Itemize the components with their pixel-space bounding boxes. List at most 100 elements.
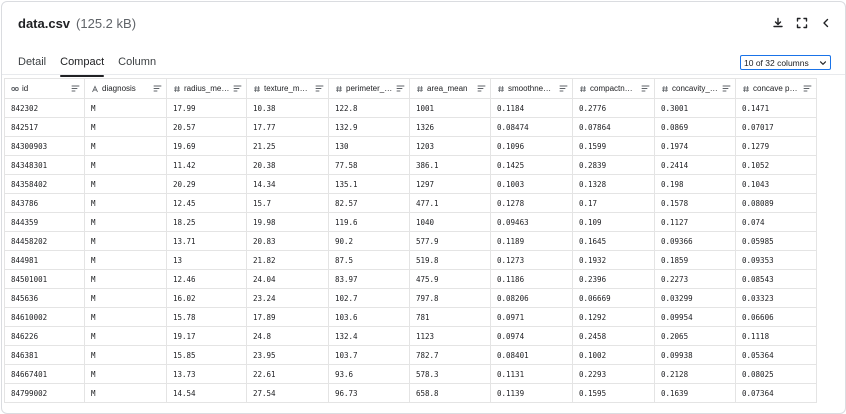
table-cell: 0.08025 xyxy=(735,364,817,384)
table-cell: 0.08401 xyxy=(490,345,573,365)
column-count-select[interactable]: 10 of 32 columns xyxy=(740,55,831,70)
table-cell: 658.8 xyxy=(409,383,491,403)
table-cell: 475.9 xyxy=(409,269,491,289)
column-menu-icon[interactable] xyxy=(153,84,162,93)
table-row: 844359 M 18.25 19.98 119.6 1040 0.09463 0.109 0.… xyxy=(4,212,817,232)
column-menu-icon[interactable] xyxy=(396,84,405,93)
table-cell: 0.1578 xyxy=(654,193,736,213)
chevron-left-icon[interactable] xyxy=(819,16,833,30)
table-cell: 0.1595 xyxy=(572,383,655,403)
table-cell: 0.09954 xyxy=(654,307,736,327)
column-header[interactable]: perimeter_… xyxy=(328,78,410,99)
table-cell: 135.1 xyxy=(328,174,410,194)
table-cell: 0.2839 xyxy=(572,155,655,175)
column-menu-icon[interactable] xyxy=(722,84,731,93)
column-header[interactable]: diagnosis xyxy=(84,78,167,99)
chevron-down-icon xyxy=(818,58,828,68)
column-menu-icon[interactable] xyxy=(641,84,650,93)
tab-detail[interactable]: Detail xyxy=(18,52,46,76)
table-cell: 386.1 xyxy=(409,155,491,175)
table-row: 84300903 M 19.69 21.25 130 1203 0.1096 0.1599 0.… xyxy=(4,136,817,156)
column-header[interactable]: concavity_… xyxy=(654,78,736,99)
table-cell: M xyxy=(84,288,167,308)
column-header-label: area_mean xyxy=(427,84,468,93)
table-cell: 11.42 xyxy=(166,155,247,175)
table-cell: 0.1002 xyxy=(572,345,655,365)
column-header[interactable]: smoothne… xyxy=(490,78,573,99)
table-cell: M xyxy=(84,250,167,270)
column-menu-icon[interactable] xyxy=(71,84,80,93)
table-row: 846381 M 15.85 23.95 103.7 782.7 0.08401 0.1002… xyxy=(4,345,817,365)
table-cell: M xyxy=(84,212,167,232)
table-cell: M xyxy=(84,174,167,194)
column-menu-icon[interactable] xyxy=(315,84,324,93)
table-cell: 0.2273 xyxy=(654,269,736,289)
table-cell: 84458202 xyxy=(4,231,85,251)
column-header-label: smoothne… xyxy=(508,84,552,93)
table-cell: 84348301 xyxy=(4,155,85,175)
key-icon xyxy=(11,85,19,93)
table-row: 844981 M 13 21.82 87.5 519.8 0.1273 0.1932 0.185… xyxy=(4,250,817,270)
table-cell: 103.7 xyxy=(328,345,410,365)
column-menu-icon[interactable] xyxy=(559,84,568,93)
table-cell: 0.074 xyxy=(735,212,817,232)
table-cell: 17.99 xyxy=(166,98,247,118)
table-cell: M xyxy=(84,326,167,346)
column-header[interactable]: texture_m… xyxy=(246,78,329,99)
table-cell: 12.45 xyxy=(166,193,247,213)
table-cell: 577.9 xyxy=(409,231,491,251)
number-type-icon xyxy=(742,85,750,93)
fullscreen-icon[interactable] xyxy=(795,16,809,30)
column-header[interactable]: radius_mean xyxy=(166,78,247,99)
column-header[interactable]: concave p… xyxy=(735,78,817,99)
column-header-label: compactn… xyxy=(590,84,633,93)
table-body: 842302 M 17.99 10.38 122.8 1001 0.1184 0.2776 0.… xyxy=(4,98,817,403)
table-cell: 0.07864 xyxy=(572,117,655,137)
column-header[interactable]: area_mean xyxy=(409,78,491,99)
column-menu-icon[interactable] xyxy=(803,84,812,93)
table-cell: 0.2128 xyxy=(654,364,736,384)
table-cell: 0.09938 xyxy=(654,345,736,365)
table-cell: 130 xyxy=(328,136,410,156)
data-table-container[interactable]: id diagnosis radius_mean texture_m… perimete… xyxy=(4,78,845,413)
table-cell: 13.71 xyxy=(166,231,247,251)
table-cell: M xyxy=(84,155,167,175)
table-cell: 0.1184 xyxy=(490,98,573,118)
table-cell: 84667401 xyxy=(4,364,85,384)
table-cell: 0.2293 xyxy=(572,364,655,384)
number-type-icon xyxy=(253,85,261,93)
tab-compact[interactable]: Compact xyxy=(60,52,105,77)
download-icon[interactable] xyxy=(771,16,785,30)
dataset-preview-panel: data.csv (125.2 kB) Detail Compact Colum… xyxy=(1,1,846,414)
number-type-icon xyxy=(579,85,587,93)
column-menu-icon[interactable] xyxy=(477,84,486,93)
table-row: 843786 M 12.45 15.7 82.57 477.1 0.1278 0.17 0.15… xyxy=(4,193,817,213)
column-menu-icon[interactable] xyxy=(233,84,242,93)
column-header-label: diagnosis xyxy=(102,84,136,93)
table-cell: 0.08474 xyxy=(490,117,573,137)
table-cell: 0.1127 xyxy=(654,212,736,232)
tab-column[interactable]: Column xyxy=(118,52,156,76)
column-header-label: concave p… xyxy=(753,84,798,93)
table-row: 84610002 M 15.78 17.89 103.6 781 0.0971 0.1292 0… xyxy=(4,307,817,327)
table-cell: 0.03299 xyxy=(654,288,736,308)
table-cell: 21.25 xyxy=(246,136,329,156)
table-cell: 0.2414 xyxy=(654,155,736,175)
column-header[interactable]: id xyxy=(4,78,85,99)
table-cell: 797.8 xyxy=(409,288,491,308)
table-row: 84799002 M 14.54 27.54 96.73 658.8 0.1139 0.159… xyxy=(4,383,817,403)
table-cell: 84358402 xyxy=(4,174,85,194)
table-cell: 0.07364 xyxy=(735,383,817,403)
header-actions xyxy=(771,16,833,30)
table-cell: 119.6 xyxy=(328,212,410,232)
column-header[interactable]: compactn… xyxy=(572,78,655,99)
table-row: 84501001 M 12.46 24.04 83.97 475.9 0.1186 0.239… xyxy=(4,269,817,289)
table-cell: 83.97 xyxy=(328,269,410,289)
table-cell: 0.1052 xyxy=(735,155,817,175)
table-cell: 1203 xyxy=(409,136,491,156)
table-cell: 22.61 xyxy=(246,364,329,384)
table-cell: 0.1974 xyxy=(654,136,736,156)
table-cell: 846381 xyxy=(4,345,85,365)
table-cell: 20.83 xyxy=(246,231,329,251)
table-cell: 17.89 xyxy=(246,307,329,327)
